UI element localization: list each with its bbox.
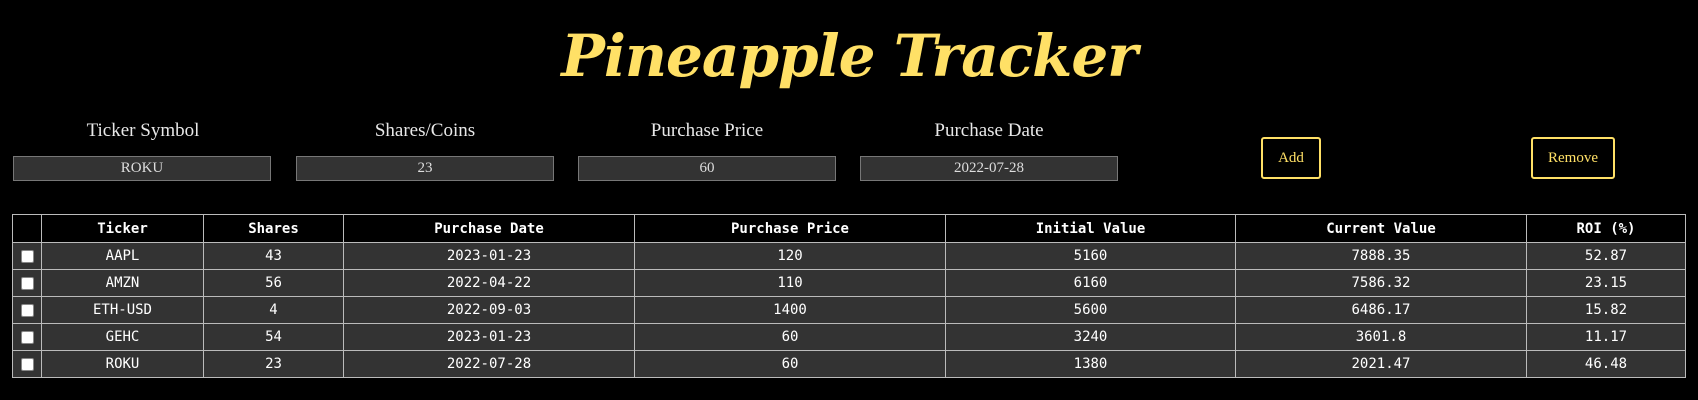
cell-ticker: GEHC (41, 323, 204, 351)
header-purchase-date: Purchase Date (343, 214, 635, 243)
cell-roi: 52.87 (1526, 242, 1686, 270)
purchase-date-label: Purchase Date (934, 120, 1044, 141)
row-checkbox[interactable] (20, 249, 34, 263)
cell-purchase-date: 2022-07-28 (343, 350, 635, 378)
purchase-price-input[interactable] (578, 156, 836, 181)
purchase-price-label: Purchase Price (650, 120, 764, 141)
row-checkbox-cell (12, 296, 42, 324)
cell-initial-value: 3240 (945, 323, 1236, 351)
cell-initial-value: 5600 (945, 296, 1236, 324)
cell-current-value: 6486.17 (1235, 296, 1527, 324)
cell-purchase-price: 1400 (634, 296, 946, 324)
cell-initial-value: 6160 (945, 269, 1236, 297)
cell-ticker: ROKU (41, 350, 204, 378)
cell-purchase-date: 2022-09-03 (343, 296, 635, 324)
cell-ticker: AMZN (41, 269, 204, 297)
cell-purchase-price: 110 (634, 269, 946, 297)
add-button[interactable]: Add (1261, 137, 1321, 179)
header-current-value: Current Value (1235, 214, 1527, 243)
cell-ticker: AAPL (41, 242, 204, 270)
row-checkbox-cell (12, 269, 42, 297)
cell-purchase-price: 60 (634, 350, 946, 378)
cell-roi: 15.82 (1526, 296, 1686, 324)
cell-purchase-date: 2022-04-22 (343, 269, 635, 297)
header-select (12, 214, 42, 243)
table-row: ETH-USD 4 2022-09-03 1400 5600 6486.17 1… (12, 296, 1686, 324)
cell-current-value: 7586.32 (1235, 269, 1527, 297)
cell-current-value: 7888.35 (1235, 242, 1527, 270)
cell-initial-value: 1380 (945, 350, 1236, 378)
cell-shares: 56 (203, 269, 344, 297)
table-row: GEHC 54 2023-01-23 60 3240 3601.8 11.17 (12, 323, 1686, 351)
row-checkbox[interactable] (20, 303, 34, 317)
header-initial-value: Initial Value (945, 214, 1236, 243)
cell-shares: 43 (203, 242, 344, 270)
row-checkbox[interactable] (20, 330, 34, 344)
cell-shares: 4 (203, 296, 344, 324)
table-row: ROKU 23 2022-07-28 60 1380 2021.47 46.48 (12, 350, 1686, 378)
cell-ticker: ETH-USD (41, 296, 204, 324)
header-ticker: Ticker (41, 214, 204, 243)
shares-coins-input[interactable] (296, 156, 554, 181)
row-checkbox-cell (12, 323, 42, 351)
table-header-row: Ticker Shares Purchase Date Purchase Pri… (12, 214, 1686, 243)
ticker-symbol-input[interactable] (13, 156, 271, 181)
header-purchase-price: Purchase Price (634, 214, 946, 243)
row-checkbox[interactable] (20, 276, 34, 290)
table-row: AMZN 56 2022-04-22 110 6160 7586.32 23.1… (12, 269, 1686, 297)
cell-purchase-date: 2023-01-23 (343, 242, 635, 270)
cell-purchase-price: 60 (634, 323, 946, 351)
holdings-table: Ticker Shares Purchase Date Purchase Pri… (12, 214, 1686, 378)
remove-button[interactable]: Remove (1531, 137, 1615, 179)
cell-shares: 23 (203, 350, 344, 378)
header-roi: ROI (%) (1526, 214, 1686, 243)
row-checkbox-cell (12, 350, 42, 378)
purchase-date-input[interactable] (860, 156, 1118, 181)
cell-shares: 54 (203, 323, 344, 351)
page-title: Pineapple Tracker (561, 22, 1138, 90)
cell-roi: 46.48 (1526, 350, 1686, 378)
cell-purchase-date: 2023-01-23 (343, 323, 635, 351)
ticker-symbol-label: Ticker Symbol (86, 120, 200, 141)
header-shares: Shares (203, 214, 344, 243)
cell-roi: 11.17 (1526, 323, 1686, 351)
row-checkbox-cell (12, 242, 42, 270)
cell-roi: 23.15 (1526, 269, 1686, 297)
cell-initial-value: 5160 (945, 242, 1236, 270)
shares-coins-label: Shares/Coins (374, 120, 476, 141)
table-row: AAPL 43 2023-01-23 120 5160 7888.35 52.8… (12, 242, 1686, 270)
cell-current-value: 3601.8 (1235, 323, 1527, 351)
row-checkbox[interactable] (20, 357, 34, 371)
cell-purchase-price: 120 (634, 242, 946, 270)
cell-current-value: 2021.47 (1235, 350, 1527, 378)
